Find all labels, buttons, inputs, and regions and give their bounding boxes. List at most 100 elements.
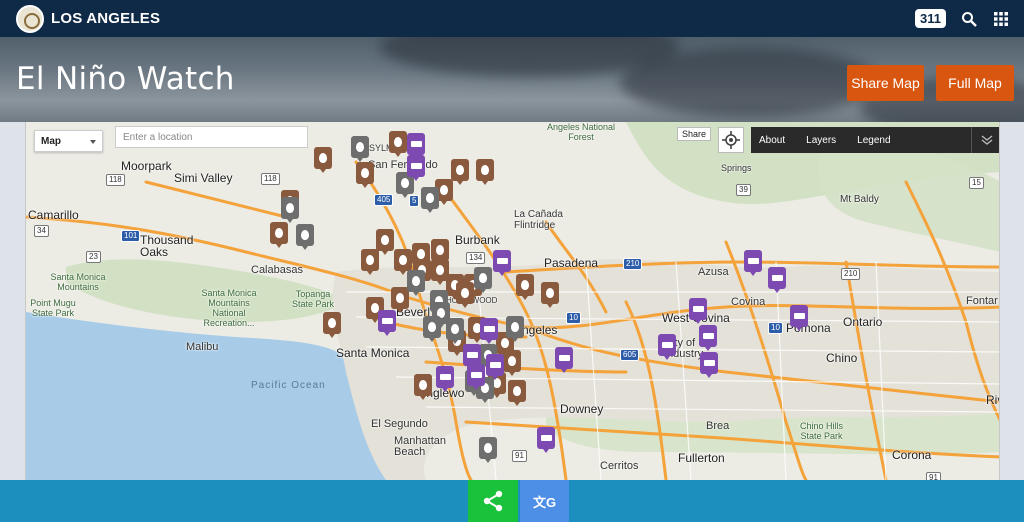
lightbulb-marker[interactable] [421,187,439,213]
map-type-value: Map [41,135,61,147]
shelter-bed-marker[interactable] [537,427,555,453]
shelter-bed-marker[interactable] [658,334,676,360]
lightbulb-marker[interactable] [423,316,441,342]
map-label-thousand-oaks: Thousand Oaks [140,233,194,259]
sandbag-marker[interactable] [323,312,341,338]
shelter-bed-marker[interactable] [699,325,717,351]
sandbag-marker[interactable] [456,282,474,308]
lightbulb-marker[interactable] [446,318,464,344]
shelter-bed-marker[interactable] [744,250,762,276]
shelter-bed-marker[interactable] [378,310,396,336]
map-label-calabasas: Calabasas [251,264,303,276]
map-label-smm-nra: Santa Monica Mountains National Recreati… [201,288,257,328]
311-button[interactable]: 311 [915,9,946,28]
sandbag-marker[interactable] [270,222,288,248]
shelter-bed-marker[interactable] [555,347,573,373]
shelter-bed-glyph-icon [747,258,759,264]
apps-grid-icon[interactable] [992,10,1010,28]
sandbag-marker[interactable] [361,249,379,275]
sandbag-marker[interactable] [476,159,494,185]
lightbulb-glyph-icon [412,276,420,286]
shelter-bed-glyph-icon [489,362,501,368]
highway-shield: 10 [566,312,581,324]
highway-shield: 34 [34,225,49,237]
map-label-pasadena: Pasadena [544,256,599,270]
lightbulb-marker[interactable] [281,197,299,223]
sandbag-glyph-icon [546,288,554,298]
lightbulb-marker[interactable] [351,136,369,162]
sandbag-glyph-icon [399,255,407,265]
location-search-input[interactable] [115,126,308,148]
shelter-bed-glyph-icon [470,372,482,378]
map-type-select[interactable]: Map [34,130,103,152]
shelter-bed-glyph-icon [381,318,393,324]
sandbag-marker[interactable] [451,159,469,185]
sandbag-glyph-icon [501,338,509,348]
map-label-azusa: Azusa [698,266,729,278]
city-seal-logo[interactable] [16,4,44,33]
tab-about[interactable]: About [759,135,785,146]
map-view[interactable]: Moorpark Simi Valley Camarillo Thousand … [25,122,1000,480]
share-map-button[interactable]: Share Map [847,65,924,101]
sandbag-marker[interactable] [541,282,559,308]
sandbag-marker[interactable] [516,274,534,300]
map-share-button[interactable]: Share [677,127,712,141]
translate-icon[interactable]: 文G [520,480,569,522]
map-label-topanga: Topanga State Park [291,289,335,309]
collapse-chevron-icon[interactable] [971,127,999,153]
shelter-bed-marker[interactable] [486,354,504,380]
highway-shield: 15 [969,177,984,189]
shelter-bed-marker[interactable] [493,250,511,276]
lightbulb-marker[interactable] [479,437,497,463]
shelter-bed-marker[interactable] [407,155,425,181]
sandbag-marker[interactable] [356,162,374,188]
map-label-riverside: Riv [986,393,999,407]
lightbulb-marker[interactable] [407,270,425,296]
shelter-bed-marker[interactable] [790,305,808,331]
tab-layers[interactable]: Layers [806,135,836,146]
shelter-bed-marker[interactable] [689,298,707,324]
shelter-bed-glyph-icon [540,435,552,441]
sandbag-marker[interactable] [508,380,526,406]
sandbag-marker[interactable] [503,350,521,376]
shelter-bed-marker[interactable] [768,267,786,293]
shelter-bed-marker[interactable] [436,366,454,392]
shelter-bed-marker[interactable] [407,133,425,159]
map-label-malibu: Malibu [186,341,219,353]
full-map-button[interactable]: Full Map [936,65,1014,101]
header-actions: 311 [915,9,1010,28]
search-icon[interactable] [960,10,978,28]
map-label-downey: Downey [560,402,604,416]
map-label-chino: Chino [826,351,858,365]
highway-shield: 101 [121,230,141,242]
sandbag-glyph-icon [440,185,448,195]
sandbag-glyph-icon [319,153,327,163]
map-basemap [26,122,999,480]
shelter-bed-glyph-icon [692,306,704,312]
lightbulb-glyph-icon [511,322,519,332]
share-icon[interactable] [468,480,518,522]
sandbag-glyph-icon [396,293,404,303]
map-label-mt-baldy: Mt Baldy [840,194,879,205]
sandbag-marker[interactable] [394,249,412,275]
sandbag-marker[interactable] [389,131,407,157]
sandbag-marker[interactable] [431,239,449,265]
lightbulb-marker[interactable] [296,224,314,250]
sandbag-marker[interactable] [314,147,332,173]
shelter-bed-marker[interactable] [463,344,481,370]
lightbulb-marker[interactable] [474,267,492,293]
map-label-angeles-nf: Angeles National Forest [546,122,616,142]
my-location-button[interactable] [718,127,744,153]
map-label-la-canada: La Cañada Flintridge [514,209,563,231]
sandbag-marker[interactable] [376,229,394,255]
shelter-bed-marker[interactable] [480,318,498,344]
shelter-bed-marker[interactable] [700,352,718,378]
shelter-bed-marker[interactable] [467,364,485,390]
highway-shield: 5 [409,195,420,207]
sandbag-marker[interactable] [414,374,432,400]
shelter-bed-glyph-icon [793,313,805,319]
tab-legend[interactable]: Legend [857,135,890,146]
brand-name[interactable]: LOS ANGELES [51,10,160,27]
map-label-ontario: Ontario [843,315,883,329]
lightbulb-marker[interactable] [506,316,524,342]
